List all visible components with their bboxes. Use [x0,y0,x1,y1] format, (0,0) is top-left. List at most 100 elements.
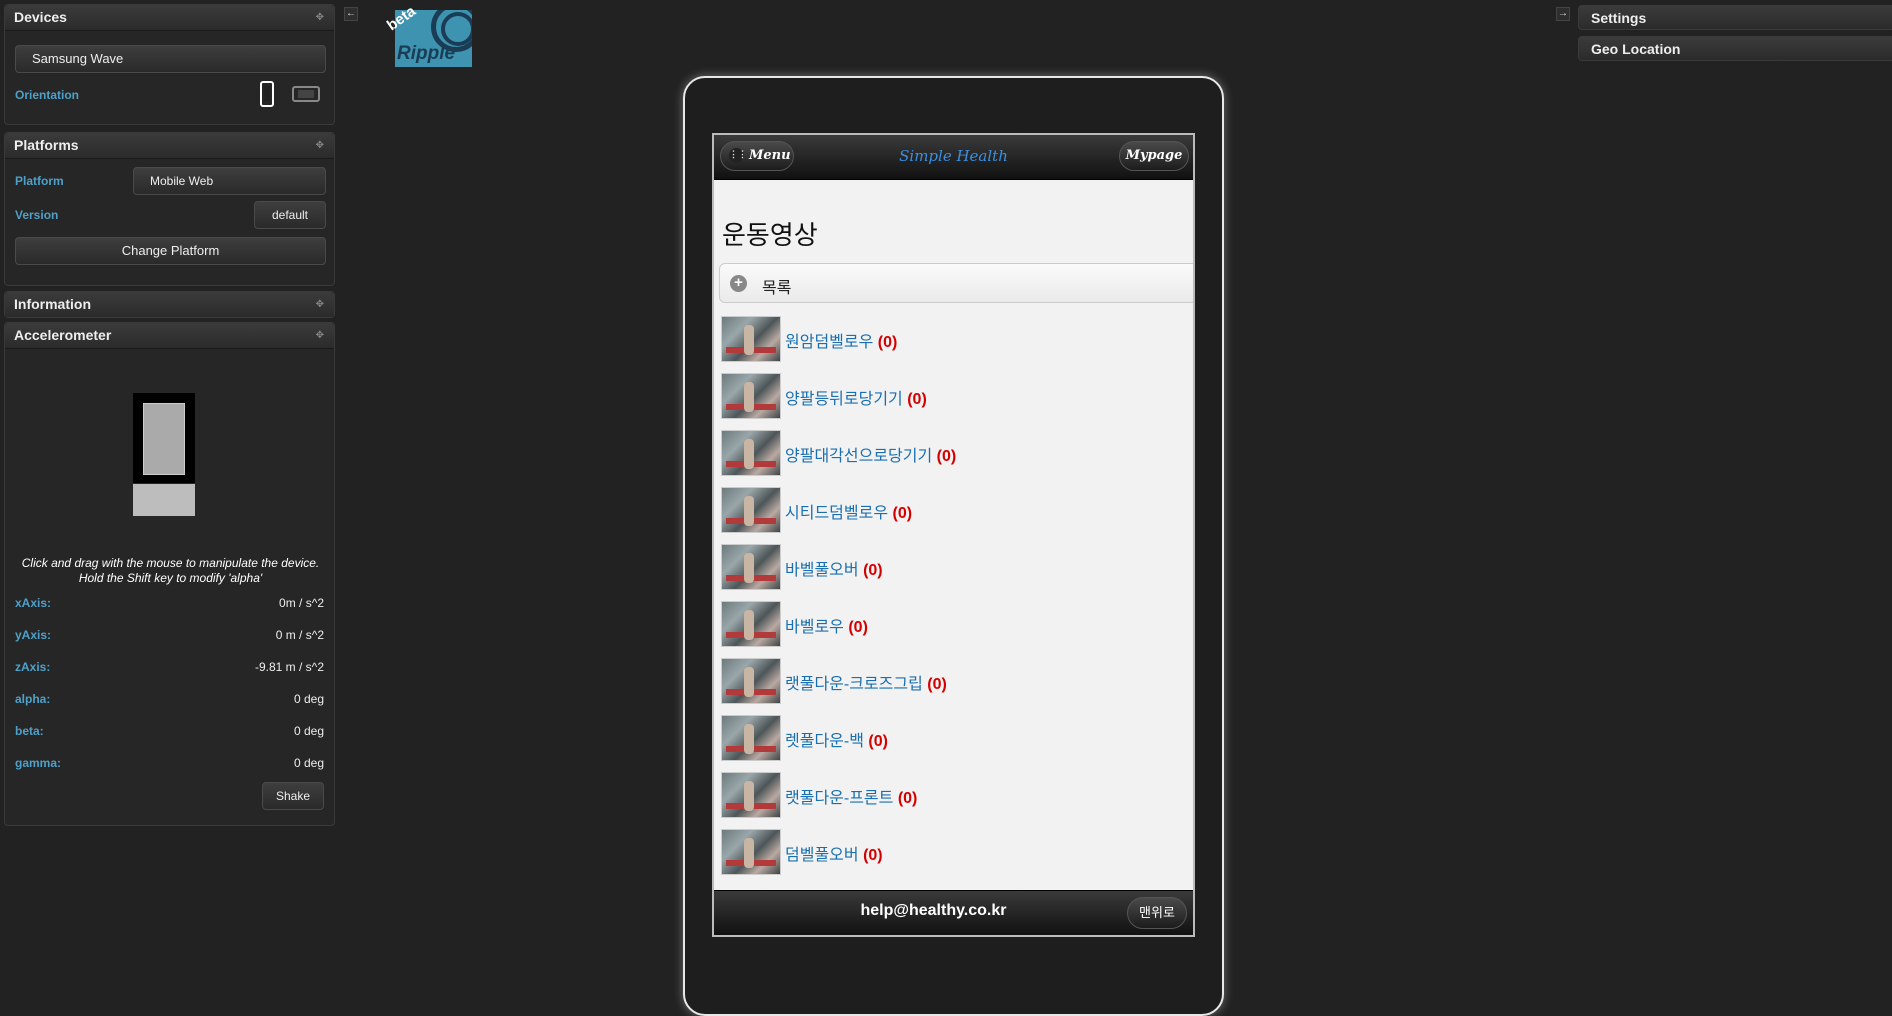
reading-label: beta: [15,724,44,738]
right-arrow-icon[interactable]: → [1556,7,1570,21]
exercise-thumbnail [721,316,781,362]
exercise-thumbnail [721,658,781,704]
platform-label: Platform [15,174,64,188]
list-item[interactable]: 시티드덤벨로우 (0) [721,487,1181,535]
list-item-label: 바벨로우 (0) [785,619,868,636]
list-item-label: 양팔대각선으로당기기 (0) [785,448,957,465]
list-item-label: 렛풀다운-백 (0) [785,733,888,750]
device-front-face [133,393,195,483]
information-panel-header[interactable]: Information ✥ [5,292,334,317]
devices-panel-title: Devices [14,9,67,25]
version-select[interactable]: default [254,201,326,229]
exercise-thumbnail [721,544,781,590]
footer-email: help@healthy.co.kr [860,902,1007,919]
device-screen: ⋮⋮ Menu Simple Health Mypage 운동영상 + 목록 원… [712,133,1195,937]
collapsible-label: 목록 [762,280,792,297]
list-item-label: 양팔등뒤로당기기 (0) [785,391,927,408]
reading-label: xAxis: [15,596,52,610]
page-title: 운동영상 [722,220,818,250]
shake-button[interactable]: Shake [262,782,324,810]
plus-circle-icon: + [730,275,747,292]
instructions-line-1: Click and drag with the mouse to manipul… [21,556,320,570]
list-item[interactable]: 원암덤벨로우 (0) [721,316,1181,364]
list-item-label: 바벨풀오버 (0) [785,562,883,579]
list-item[interactable]: 랫풀다운-프론트 (0) [721,772,1181,820]
exercise-thumbnail [721,601,781,647]
exercise-thumbnail [721,430,781,476]
instructions-line-2: Hold the Shift key to modify 'alpha' [78,571,263,585]
mypage-button[interactable]: Mypage [1119,141,1189,171]
reading-label: zAxis: [15,660,51,674]
move-icon[interactable]: ✥ [316,292,324,317]
scroll-to-top-label: 맨위로 [1139,905,1175,920]
list-item-count: (0) [936,448,957,465]
device-select[interactable]: Samsung Wave [15,45,326,73]
move-icon[interactable]: ✥ [316,5,324,30]
mypage-button-label: Mypage [1125,148,1183,163]
platforms-panel-header[interactable]: Platforms ✥ [5,133,334,159]
exercise-thumbnail [721,487,781,533]
list-item[interactable]: 양팔대각선으로당기기 (0) [721,430,1181,478]
settings-panel-header[interactable]: Settings [1578,5,1892,30]
settings-panel-title: Settings [1591,10,1647,26]
list-item-count: (0) [868,733,888,750]
scroll-to-top-button[interactable]: 맨위로 [1127,897,1187,929]
platforms-panel-title: Platforms [14,137,79,153]
reading-value: 0 deg [293,756,324,770]
shake-button-label: Shake [275,789,311,803]
ripple-logo-text: Ripple [397,43,456,64]
move-icon[interactable]: ✥ [316,323,324,348]
reading-value: 0 m / s^2 [275,628,324,642]
platform-select[interactable]: Mobile Web [133,167,326,195]
list-item-count: (0) [927,676,947,693]
accelerometer-panel-header[interactable]: Accelerometer ✥ [5,323,334,349]
change-platform-label: Change Platform [121,243,220,258]
device-bottom-face [133,484,195,516]
exercise-thumbnail [721,772,781,818]
list-item-label: 랫풀다운-프론트 (0) [785,790,918,807]
change-platform-button[interactable]: Change Platform [15,237,326,265]
list-collapsible[interactable]: + 목록 [719,263,1193,303]
device-select-value: Samsung Wave [32,51,124,66]
app-header: ⋮⋮ Menu Simple Health Mypage [714,135,1193,180]
list-item-count: (0) [907,391,927,408]
list-item-count: (0) [877,334,898,351]
list-item[interactable]: 양팔등뒤로당기기 (0) [721,373,1181,421]
list-item[interactable]: 바벨로우 (0) [721,601,1181,649]
reading-value: 0 deg [293,724,324,738]
list-item-count: (0) [897,790,918,807]
list-item[interactable]: 랫풀다운-크로즈그립 (0) [721,658,1181,706]
list-item[interactable]: 바벨풀오버 (0) [721,544,1181,592]
exercise-thumbnail [721,715,781,761]
information-panel-title: Information [14,296,91,312]
list-item-label: 원암덤벨로우 (0) [785,334,898,351]
device-manipulator[interactable] [133,393,195,516]
portrait-phone-icon[interactable] [260,81,274,107]
devices-panel: Devices ✥ Samsung Wave Orientation [4,4,335,125]
geo-location-panel-title: Geo Location [1591,41,1681,57]
devices-panel-header[interactable]: Devices ✥ [5,5,334,31]
accelerometer-instructions: Click and drag with the mouse to manipul… [5,556,336,586]
list-item[interactable]: 렛풀다운-백 (0) [721,715,1181,763]
landscape-phone-icon[interactable] [292,86,320,102]
list-item[interactable]: 덤벨풀오버 (0) [721,829,1181,877]
list-item-label: 덤벨풀오버 (0) [785,847,883,864]
reading-label: yAxis: [15,628,52,642]
version-select-value: default [271,208,309,222]
accelerometer-panel: Accelerometer ✥ Click and drag with the … [4,322,335,826]
exercise-thumbnail [721,829,781,875]
list-item-count: (0) [848,619,868,636]
left-arrow-icon[interactable]: ← [344,7,358,21]
platforms-panel: Platforms ✥ Platform Mobile Web Version … [4,132,335,286]
reading-value: 0 deg [293,692,324,706]
information-panel: Information ✥ [4,291,335,318]
exercise-thumbnail [721,373,781,419]
orientation-label: Orientation [15,88,80,102]
version-label: Version [15,208,59,222]
move-icon[interactable]: ✥ [316,133,324,158]
reading-value: -9.81 m / s^2 [255,660,324,674]
list-item-count: (0) [863,562,883,579]
geo-location-panel-header[interactable]: Geo Location [1578,36,1892,61]
list-item-label: 랫풀다운-크로즈그립 (0) [785,676,947,693]
accelerometer-panel-title: Accelerometer [14,327,112,343]
